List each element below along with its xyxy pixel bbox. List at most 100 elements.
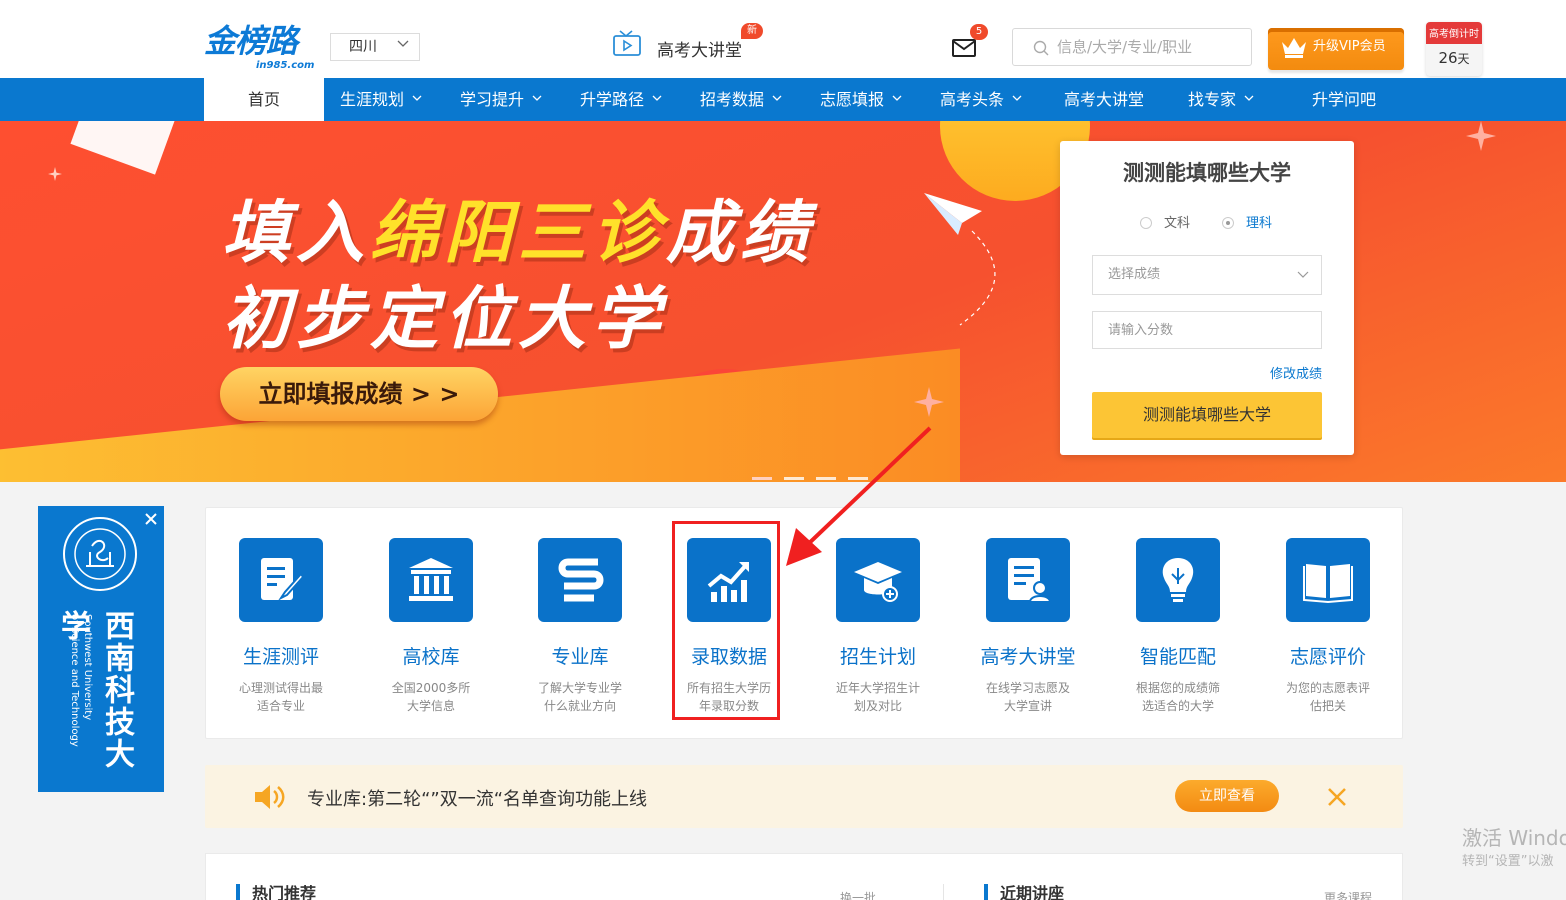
banner-headline-part: 填入 bbox=[222, 194, 371, 273]
notice-text[interactable]: 专业库:第二轮“”双一流“名单查询功能上线 bbox=[307, 785, 647, 811]
quiz-title: 测测能填哪些大学 bbox=[1123, 161, 1291, 185]
more-courses-link[interactable]: 更多课程 bbox=[1324, 889, 1372, 900]
view-now-button[interactable]: 立即查看 bbox=[1175, 780, 1279, 812]
chevron-down-icon bbox=[532, 95, 542, 101]
feature-desc: 为您的志愿表评估把关 bbox=[1285, 681, 1370, 713]
university-name-en-2: of Science and Technology bbox=[69, 614, 80, 747]
nav-item-qa[interactable]: 升学问吧 bbox=[1312, 78, 1376, 121]
countdown-label: 高考倒计时 bbox=[1426, 22, 1482, 44]
nav-label: 志愿填报 bbox=[820, 90, 885, 109]
quiz-submit-button[interactable]: 测测能填哪些大学 bbox=[1092, 392, 1322, 438]
feature-lecture[interactable]: 高考大讲堂 在线学习志愿及大学宣讲 bbox=[953, 538, 1103, 715]
star-decoration-icon bbox=[1466, 121, 1496, 151]
content-section: 热门推荐 换一批 近期讲座 更多课程 bbox=[205, 853, 1403, 900]
nav-label: 首页 bbox=[247, 90, 280, 109]
university-name-cn: 西南科技大学 bbox=[55, 610, 134, 770]
recent-lectures-title: 近期讲座 bbox=[984, 884, 1064, 900]
feature-desc: 全国2000多所大学信息 bbox=[391, 681, 471, 713]
divider bbox=[943, 884, 944, 900]
radio-science[interactable]: 理科 bbox=[1222, 212, 1272, 231]
tv-play-icon[interactable] bbox=[612, 30, 642, 58]
nav-label: 找专家 bbox=[1188, 90, 1237, 109]
feature-title: 高考大讲堂 bbox=[980, 646, 1076, 668]
score-type-select[interactable]: 选择成绩 bbox=[1092, 255, 1322, 295]
close-icon[interactable] bbox=[1327, 787, 1347, 807]
chevron-down-icon bbox=[652, 95, 662, 101]
nav-item-path[interactable]: 升学路径 bbox=[580, 78, 662, 121]
feature-title: 高校库 bbox=[402, 646, 460, 668]
feature-desc: 心理测试得出最适合专业 bbox=[238, 681, 323, 713]
nav-label: 升学路径 bbox=[580, 90, 645, 109]
hot-recommend-title: 热门推荐 bbox=[236, 884, 316, 900]
feature-title: 智能匹配 bbox=[1139, 646, 1216, 668]
feature-title: 生涯测评 bbox=[242, 646, 319, 668]
vip-label: 升级VIP会员 bbox=[1313, 39, 1386, 54]
crown-icon bbox=[1282, 38, 1306, 58]
nav-item-data[interactable]: 招考数据 bbox=[700, 78, 782, 121]
radio-arts[interactable]: 文科 bbox=[1140, 212, 1190, 231]
feature-desc: 根据您的成绩筛选适合的大学 bbox=[1135, 681, 1220, 713]
feature-smart-match[interactable]: 智能匹配 根据您的成绩筛选适合的大学 bbox=[1103, 538, 1253, 715]
banner-headline-2: 初步定位大学 bbox=[222, 280, 667, 359]
chevron-down-icon bbox=[1012, 95, 1022, 101]
region-label: 四川 bbox=[349, 39, 377, 55]
close-icon[interactable] bbox=[144, 512, 158, 526]
nav-item-news[interactable]: 高考头条 bbox=[940, 78, 1022, 121]
open-book-icon bbox=[1286, 538, 1370, 622]
university-name-en-1: Southwest University bbox=[82, 614, 93, 721]
chevron-down-icon bbox=[1297, 271, 1309, 278]
carousel-dot[interactable] bbox=[752, 477, 772, 480]
feature-title: 招生计划 bbox=[839, 646, 916, 668]
star-decoration-icon bbox=[914, 387, 944, 417]
feature-major-db[interactable]: 专业库 了解大学专业学什么就业方向 bbox=[505, 538, 655, 715]
refresh-batch-link[interactable]: 换一批 bbox=[840, 889, 876, 900]
search-input[interactable] bbox=[1057, 35, 1242, 59]
nav-label: 生涯规划 bbox=[340, 90, 405, 109]
edit-document-icon bbox=[239, 538, 323, 622]
mail-icon[interactable] bbox=[951, 38, 977, 58]
countdown-unit: 天 bbox=[1457, 52, 1470, 66]
lecture-doc-icon bbox=[986, 538, 1070, 622]
paper-plane-icon bbox=[924, 193, 996, 326]
nav-item-study[interactable]: 学习提升 bbox=[460, 78, 542, 121]
nav-label: 高考头条 bbox=[940, 90, 1005, 109]
feature-volunteer-review[interactable]: 志愿评价 为您的志愿表评估把关 bbox=[1253, 538, 1403, 715]
chevron-down-icon bbox=[397, 40, 409, 47]
score-input[interactable] bbox=[1092, 311, 1322, 349]
radio-label: 理科 bbox=[1246, 216, 1273, 231]
countdown-days: 26 bbox=[1438, 49, 1458, 67]
radio-circle-icon bbox=[1140, 217, 1152, 229]
nav-label: 升学问吧 bbox=[1312, 90, 1377, 109]
university-emblem-icon bbox=[63, 517, 137, 591]
nav-label: 招考数据 bbox=[700, 90, 765, 109]
exam-countdown: 高考倒计时 26天 bbox=[1426, 22, 1482, 76]
lecture-link[interactable]: 高考大讲堂 bbox=[657, 36, 742, 61]
notice-bar: 专业库:第二轮“”双一流“名单查询功能上线 立即查看 bbox=[205, 765, 1403, 828]
feature-university-db[interactable]: 高校库 全国2000多所大学信息 bbox=[356, 538, 506, 715]
feature-title: 志愿评价 bbox=[1289, 646, 1366, 668]
upgrade-vip-button[interactable]: 升级VIP会员 bbox=[1268, 28, 1404, 70]
nav-item-home[interactable]: 首页 bbox=[204, 78, 324, 121]
university-quiz-card: 测测能填哪些大学 文科 理科 选择成绩 修改成绩 测测能填哪些大学 bbox=[1060, 141, 1354, 455]
chevron-down-icon bbox=[772, 95, 782, 101]
top-header: 金榜路 in985.com 四川 高考大讲堂 新 5 升级VIP会员 高考倒计时… bbox=[0, 0, 1566, 78]
select-placeholder: 选择成绩 bbox=[1108, 267, 1161, 282]
highlight-box bbox=[672, 521, 780, 720]
lightbulb-icon bbox=[1136, 538, 1220, 622]
radio-circle-icon bbox=[1222, 217, 1234, 229]
feature-career-assessment[interactable]: 生涯测评 心理测试得出最适合专业 bbox=[206, 538, 356, 715]
nav-label: 学习提升 bbox=[460, 90, 525, 109]
site-logo[interactable]: 金榜路 in985.com bbox=[204, 22, 316, 74]
university-side-ad[interactable]: 西南科技大学 Southwest University of Science an… bbox=[38, 506, 164, 792]
edit-score-link[interactable]: 修改成绩 bbox=[1270, 363, 1322, 382]
nav-item-lecture[interactable]: 高考大讲堂 bbox=[1064, 78, 1144, 121]
star-decoration-icon bbox=[48, 167, 62, 181]
major-books-icon bbox=[538, 538, 622, 622]
banner-headline-highlight: 绵阳三诊 bbox=[370, 194, 667, 273]
nav-item-career[interactable]: 生涯规划 bbox=[340, 78, 422, 121]
paper-decoration bbox=[70, 121, 176, 175]
region-selector[interactable]: 四川 bbox=[330, 33, 420, 61]
fill-score-button[interactable]: 立即填报成绩 > > bbox=[220, 367, 498, 421]
nav-item-application[interactable]: 志愿填报 bbox=[820, 78, 902, 121]
nav-item-experts[interactable]: 找专家 bbox=[1188, 78, 1254, 121]
